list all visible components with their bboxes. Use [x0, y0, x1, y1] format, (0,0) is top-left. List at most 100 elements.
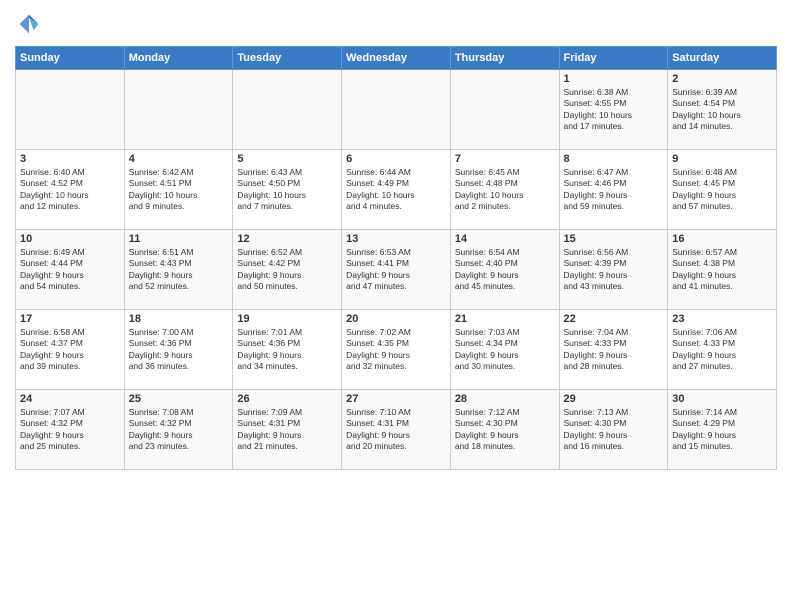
day-number: 6	[346, 153, 446, 165]
day-header: Friday	[559, 47, 668, 70]
calendar-cell: 5 Sunrise: 6:43 AM Sunset: 4:50 PM Daylig…	[233, 150, 342, 230]
day-info: Sunrise: 7:08 AM Sunset: 4:32 PM Dayligh…	[129, 407, 229, 453]
calendar-cell: 26 Sunrise: 7:09 AM Sunset: 4:31 PM Dayli…	[233, 390, 342, 470]
calendar-cell	[450, 70, 559, 150]
calendar-cell: 27 Sunrise: 7:10 AM Sunset: 4:31 PM Dayli…	[342, 390, 451, 470]
day-info: Sunrise: 6:56 AM Sunset: 4:39 PM Dayligh…	[564, 247, 664, 293]
calendar-cell: 8Sunrise: 6:47 AM Sunset: 4:46 PM Daylig…	[559, 150, 668, 230]
day-header: Thursday	[450, 47, 559, 70]
day-number: 2	[672, 73, 772, 85]
day-number: 29	[564, 393, 664, 405]
calendar-cell: 14 Sunrise: 6:54 AM Sunset: 4:40 PM Dayli…	[450, 230, 559, 310]
logo	[15, 10, 47, 38]
calendar-cell: 13 Sunrise: 6:53 AM Sunset: 4:41 PM Dayli…	[342, 230, 451, 310]
day-info: Sunrise: 6:43 AM Sunset: 4:50 PM Dayligh…	[237, 167, 337, 213]
calendar-cell	[342, 70, 451, 150]
day-info: Sunrise: 7:03 AM Sunset: 4:34 PM Dayligh…	[455, 327, 555, 373]
calendar-cell: 28Sunrise: 7:12 AM Sunset: 4:30 PM Dayli…	[450, 390, 559, 470]
day-number: 28	[455, 393, 555, 405]
calendar-cell: 9 Sunrise: 6:48 AM Sunset: 4:45 PM Daylig…	[668, 150, 777, 230]
day-header: Saturday	[668, 47, 777, 70]
day-number: 10	[20, 233, 120, 245]
day-number: 5	[237, 153, 337, 165]
calendar: SundayMondayTuesdayWednesdayThursdayFrid…	[15, 46, 777, 470]
calendar-cell: 12Sunrise: 6:52 AM Sunset: 4:42 PM Dayli…	[233, 230, 342, 310]
day-info: Sunrise: 7:01 AM Sunset: 4:36 PM Dayligh…	[237, 327, 337, 373]
day-info: Sunrise: 7:04 AM Sunset: 4:33 PM Dayligh…	[564, 327, 664, 373]
day-info: Sunrise: 6:52 AM Sunset: 4:42 PM Dayligh…	[237, 247, 337, 293]
calendar-week: 10 Sunrise: 6:49 AM Sunset: 4:44 PM Dayli…	[16, 230, 777, 310]
day-info: Sunrise: 6:48 AM Sunset: 4:45 PM Dayligh…	[672, 167, 772, 213]
day-info: Sunrise: 7:09 AM Sunset: 4:31 PM Dayligh…	[237, 407, 337, 453]
calendar-cell: 6 Sunrise: 6:44 AM Sunset: 4:49 PM Daylig…	[342, 150, 451, 230]
day-number: 8	[564, 153, 664, 165]
day-info: Sunrise: 7:14 AM Sunset: 4:29 PM Dayligh…	[672, 407, 772, 453]
calendar-cell	[16, 70, 125, 150]
calendar-cell: 19 Sunrise: 7:01 AM Sunset: 4:36 PM Dayli…	[233, 310, 342, 390]
day-info: Sunrise: 7:07 AM Sunset: 4:32 PM Dayligh…	[20, 407, 120, 453]
day-header: Sunday	[16, 47, 125, 70]
calendar-cell: 24 Sunrise: 7:07 AM Sunset: 4:32 PM Dayli…	[16, 390, 125, 470]
day-info: Sunrise: 7:10 AM Sunset: 4:31 PM Dayligh…	[346, 407, 446, 453]
header	[15, 10, 777, 38]
calendar-cell: 20 Sunrise: 7:02 AM Sunset: 4:35 PM Dayli…	[342, 310, 451, 390]
day-number: 11	[129, 233, 229, 245]
calendar-cell: 2 Sunrise: 6:39 AM Sunset: 4:54 PM Daylig…	[668, 70, 777, 150]
day-info: Sunrise: 6:49 AM Sunset: 4:44 PM Dayligh…	[20, 247, 120, 293]
day-info: Sunrise: 7:02 AM Sunset: 4:35 PM Dayligh…	[346, 327, 446, 373]
calendar-cell: 7 Sunrise: 6:45 AM Sunset: 4:48 PM Daylig…	[450, 150, 559, 230]
day-number: 9	[672, 153, 772, 165]
day-info: Sunrise: 6:38 AM Sunset: 4:55 PM Dayligh…	[564, 87, 664, 133]
day-info: Sunrise: 6:44 AM Sunset: 4:49 PM Dayligh…	[346, 167, 446, 213]
logo-icon	[15, 10, 43, 38]
calendar-cell: 16 Sunrise: 6:57 AM Sunset: 4:38 PM Dayli…	[668, 230, 777, 310]
calendar-cell: 15Sunrise: 6:56 AM Sunset: 4:39 PM Dayli…	[559, 230, 668, 310]
day-info: Sunrise: 7:13 AM Sunset: 4:30 PM Dayligh…	[564, 407, 664, 453]
day-number: 21	[455, 313, 555, 325]
calendar-cell: 11 Sunrise: 6:51 AM Sunset: 4:43 PM Dayli…	[124, 230, 233, 310]
header-row: SundayMondayTuesdayWednesdayThursdayFrid…	[16, 47, 777, 70]
day-number: 30	[672, 393, 772, 405]
calendar-week: 1 Sunrise: 6:38 AM Sunset: 4:55 PM Daylig…	[16, 70, 777, 150]
day-number: 20	[346, 313, 446, 325]
day-info: Sunrise: 6:39 AM Sunset: 4:54 PM Dayligh…	[672, 87, 772, 133]
calendar-header: SundayMondayTuesdayWednesdayThursdayFrid…	[16, 47, 777, 70]
day-number: 17	[20, 313, 120, 325]
calendar-cell: 30 Sunrise: 7:14 AM Sunset: 4:29 PM Dayli…	[668, 390, 777, 470]
day-number: 19	[237, 313, 337, 325]
day-header: Tuesday	[233, 47, 342, 70]
day-number: 25	[129, 393, 229, 405]
day-info: Sunrise: 7:06 AM Sunset: 4:33 PM Dayligh…	[672, 327, 772, 373]
calendar-cell: 1 Sunrise: 6:38 AM Sunset: 4:55 PM Daylig…	[559, 70, 668, 150]
day-header: Wednesday	[342, 47, 451, 70]
calendar-cell: 10 Sunrise: 6:49 AM Sunset: 4:44 PM Dayli…	[16, 230, 125, 310]
calendar-cell: 29 Sunrise: 7:13 AM Sunset: 4:30 PM Dayli…	[559, 390, 668, 470]
calendar-week: 17 Sunrise: 6:58 AM Sunset: 4:37 PM Dayli…	[16, 310, 777, 390]
day-info: Sunrise: 6:53 AM Sunset: 4:41 PM Dayligh…	[346, 247, 446, 293]
day-info: Sunrise: 6:42 AM Sunset: 4:51 PM Dayligh…	[129, 167, 229, 213]
day-info: Sunrise: 6:57 AM Sunset: 4:38 PM Dayligh…	[672, 247, 772, 293]
calendar-body: 1 Sunrise: 6:38 AM Sunset: 4:55 PM Daylig…	[16, 70, 777, 470]
day-number: 22	[564, 313, 664, 325]
day-number: 13	[346, 233, 446, 245]
day-info: Sunrise: 6:51 AM Sunset: 4:43 PM Dayligh…	[129, 247, 229, 293]
day-info: Sunrise: 6:40 AM Sunset: 4:52 PM Dayligh…	[20, 167, 120, 213]
day-info: Sunrise: 6:54 AM Sunset: 4:40 PM Dayligh…	[455, 247, 555, 293]
calendar-cell: 18Sunrise: 7:00 AM Sunset: 4:36 PM Dayli…	[124, 310, 233, 390]
day-number: 7	[455, 153, 555, 165]
calendar-cell: 25 Sunrise: 7:08 AM Sunset: 4:32 PM Dayli…	[124, 390, 233, 470]
calendar-cell: 21 Sunrise: 7:03 AM Sunset: 4:34 PM Dayli…	[450, 310, 559, 390]
day-number: 27	[346, 393, 446, 405]
day-number: 3	[20, 153, 120, 165]
day-info: Sunrise: 6:45 AM Sunset: 4:48 PM Dayligh…	[455, 167, 555, 213]
day-number: 16	[672, 233, 772, 245]
day-header: Monday	[124, 47, 233, 70]
calendar-cell: 23 Sunrise: 7:06 AM Sunset: 4:33 PM Dayli…	[668, 310, 777, 390]
day-info: Sunrise: 6:58 AM Sunset: 4:37 PM Dayligh…	[20, 327, 120, 373]
day-number: 1	[564, 73, 664, 85]
calendar-cell	[124, 70, 233, 150]
day-number: 24	[20, 393, 120, 405]
day-number: 26	[237, 393, 337, 405]
day-number: 23	[672, 313, 772, 325]
day-number: 14	[455, 233, 555, 245]
